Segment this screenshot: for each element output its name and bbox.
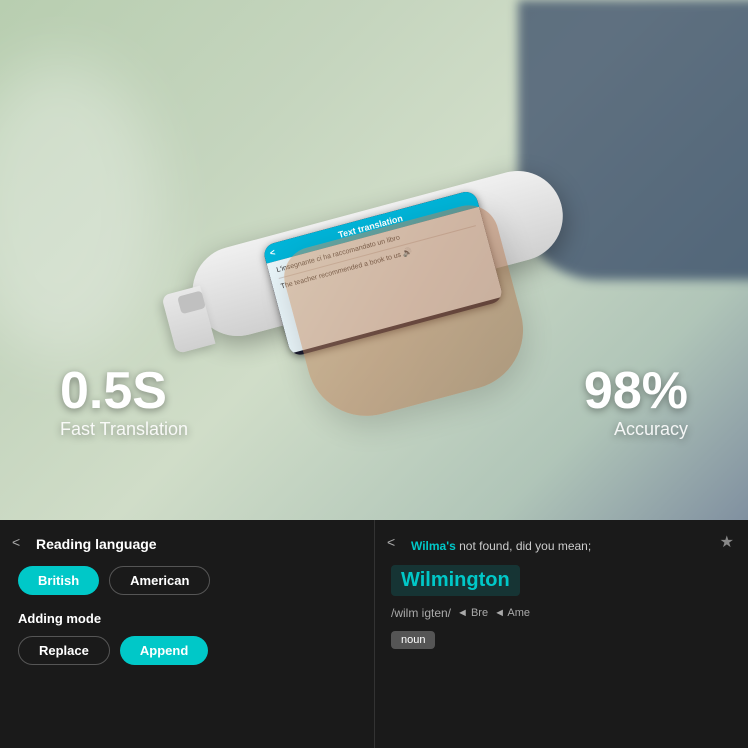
screen-back-icon: < xyxy=(269,247,277,258)
part-of-speech-tag: noun xyxy=(391,631,435,649)
suggestion-word: Wilmington xyxy=(391,565,520,596)
stat-speed: 0.5S Fast Translation xyxy=(60,365,188,440)
mode-options: Replace Append xyxy=(18,636,356,665)
phonetic-row: /wilm igten/ ◄ Bre ◄ Ame xyxy=(391,606,732,620)
word-lookup-panel: < ★ Wilma's not found, did you mean; Wil… xyxy=(374,520,748,748)
phonetic-text: /wilm igten/ xyxy=(391,606,451,620)
not-found-word: Wilma's xyxy=(411,539,456,553)
british-button[interactable]: British xyxy=(18,566,99,595)
bg-decoration-left xyxy=(0,60,160,360)
product-hero-section: < Text translation L'insegnante ci ha ra… xyxy=(0,0,748,520)
stat-accuracy: 98% Accuracy xyxy=(584,365,688,440)
append-button[interactable]: Append xyxy=(120,636,208,665)
adding-mode-title: Adding mode xyxy=(18,611,356,626)
ame-audio-button[interactable]: ◄ Ame xyxy=(494,607,530,619)
favorite-star-button[interactable]: ★ xyxy=(720,532,734,552)
not-found-suffix: not found, did you mean; xyxy=(456,539,591,553)
not-found-message: Wilma's not found, did you mean; xyxy=(411,538,732,555)
accuracy-label: Accuracy xyxy=(584,419,688,440)
bre-audio-button[interactable]: ◄ Bre xyxy=(457,607,488,619)
right-panel-back-button[interactable]: < xyxy=(387,534,395,550)
speed-label: Fast Translation xyxy=(60,419,188,440)
reading-language-title: Reading language xyxy=(36,536,356,552)
american-button[interactable]: American xyxy=(109,566,210,595)
left-panel-back-button[interactable]: < xyxy=(12,534,20,550)
accuracy-number: 98% xyxy=(584,365,688,417)
language-options: British American xyxy=(18,566,356,595)
pen-tip xyxy=(161,286,215,354)
reading-language-panel: < Reading language British American Addi… xyxy=(0,520,374,748)
bottom-panels: < Reading language British American Addi… xyxy=(0,520,748,748)
pen-button xyxy=(177,290,206,314)
speed-number: 0.5S xyxy=(60,365,188,417)
replace-button[interactable]: Replace xyxy=(18,636,110,665)
